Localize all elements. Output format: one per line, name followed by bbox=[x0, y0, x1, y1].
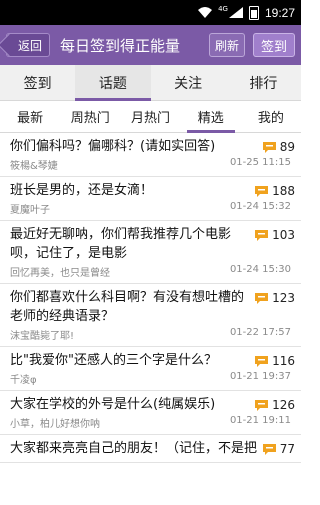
list-item[interactable]: 大家在学校的外号是什么(纯属娱乐) 小草，柏儿好想你呐 01-21 19:11 … bbox=[0, 391, 301, 435]
topic-author: 千凌φ bbox=[10, 375, 37, 386]
comment-count-value: 188 bbox=[272, 184, 295, 198]
comment-icon bbox=[262, 444, 276, 455]
status-bar: 4G 19:27 bbox=[0, 0, 301, 25]
topic-author: 沫宝酷毙了耶! bbox=[10, 331, 75, 342]
subtab-monthly-hot[interactable]: 月热门 bbox=[120, 101, 180, 132]
back-button-label: 返回 bbox=[18, 38, 43, 53]
header-bar: 返回 每日签到得正能量 刷新 签到 bbox=[0, 25, 301, 65]
page-title: 每日签到得正能量 bbox=[60, 36, 181, 55]
comment-icon bbox=[255, 293, 269, 304]
list-item[interactable]: 你们都喜欢什么科目啊？有没有想吐槽的老师的经典语录？ 沫宝酷毙了耶! 01-22… bbox=[0, 284, 301, 347]
back-button[interactable]: 返回 bbox=[6, 33, 51, 57]
topic-title: 大家都来亮亮自己的朋友！（记住，不是把 bbox=[10, 441, 258, 456]
comment-count-value: 103 bbox=[272, 228, 295, 242]
comment-count-value: 89 bbox=[279, 140, 295, 154]
sign-in-button[interactable]: 签到 bbox=[253, 33, 295, 57]
topic-author: 回忆再美，也只是曾经 bbox=[10, 268, 110, 279]
topic-title: 你们都喜欢什么科目啊？有没有想吐槽的老师的经典语录？ bbox=[10, 290, 245, 324]
topic-title: 比"我爱你"还感人的三个字是什么？ bbox=[10, 353, 217, 368]
refresh-button[interactable]: 刷新 bbox=[208, 33, 245, 57]
comment-icon bbox=[255, 230, 269, 241]
list-item[interactable]: 你们偏科吗？偏哪科？(请如实回答) 筱楊&琴婕 01-25 11:15 89 bbox=[0, 133, 301, 177]
clock: 19:27 bbox=[264, 5, 295, 20]
comment-count: 116 bbox=[254, 354, 295, 368]
topic-time: 01-21 19:11 bbox=[229, 415, 291, 426]
comment-count-value: 116 bbox=[272, 354, 295, 368]
comment-count-value: 123 bbox=[272, 291, 295, 305]
topic-time: 01-24 15:32 bbox=[229, 201, 291, 212]
list-item[interactable]: 班长是男的，还是女滴！ 夏魔叶子 01-24 15:32 188 bbox=[0, 177, 301, 221]
topic-author: 夏魔叶子 bbox=[10, 205, 50, 216]
topic-author: 小草，柏儿好想你呐 bbox=[10, 419, 100, 430]
comment-icon bbox=[262, 142, 276, 153]
tab-following[interactable]: 关注 bbox=[151, 65, 226, 100]
list-item[interactable]: 最近好无聊呐，你们帮我推荐几个电影呗，记住了，是电影 回忆再美，也只是曾经 01… bbox=[0, 221, 301, 284]
signal-icon bbox=[228, 7, 243, 18]
subtab-mine[interactable]: 我的 bbox=[241, 101, 301, 132]
comment-count: 89 bbox=[262, 140, 295, 154]
main-tab-bar: 签到 话题 关注 排行 bbox=[0, 65, 301, 101]
list-item[interactable]: 比"我爱你"还感人的三个字是什么？ 千凌φ 01-21 19:37 116 bbox=[0, 347, 301, 391]
topic-title: 最近好无聊呐，你们帮我推荐几个电影呗，记住了，是电影 bbox=[10, 227, 232, 261]
comment-count: 77 bbox=[262, 442, 295, 456]
topic-list: 你们偏科吗？偏哪科？(请如实回答) 筱楊&琴婕 01-25 11:15 89 班… bbox=[0, 133, 301, 505]
comment-count: 188 bbox=[254, 184, 295, 198]
sub-tab-bar: 最新 周热门 月热门 精选 我的 bbox=[0, 101, 301, 133]
subtab-weekly-hot[interactable]: 周热门 bbox=[60, 101, 120, 132]
topic-title: 你们偏科吗？偏哪科？(请如实回答) bbox=[10, 139, 216, 154]
tab-signin[interactable]: 签到 bbox=[0, 65, 75, 100]
topic-time: 01-25 11:15 bbox=[229, 157, 291, 168]
comment-count-value: 77 bbox=[279, 442, 295, 456]
comment-count: 123 bbox=[254, 291, 295, 305]
battery-icon bbox=[248, 5, 259, 20]
list-item[interactable]: 大家都来亮亮自己的朋友！（记住，不是把 77 bbox=[0, 435, 301, 463]
subtab-featured[interactable]: 精选 bbox=[181, 101, 241, 133]
comment-count: 103 bbox=[254, 228, 295, 242]
comment-icon bbox=[255, 186, 269, 197]
subtab-latest[interactable]: 最新 bbox=[0, 101, 60, 132]
topic-time: 01-21 19:37 bbox=[229, 371, 291, 382]
topic-time: 01-24 15:30 bbox=[229, 264, 291, 275]
topic-title: 大家在学校的外号是什么(纯属娱乐) bbox=[10, 397, 216, 412]
topic-time: 01-22 17:57 bbox=[229, 327, 291, 338]
topic-author: 筱楊&琴婕 bbox=[10, 161, 58, 172]
comment-icon bbox=[255, 400, 269, 411]
wifi-icon bbox=[198, 7, 213, 18]
comment-count: 126 bbox=[254, 398, 295, 412]
topic-title: 班长是男的，还是女滴！ bbox=[10, 183, 154, 198]
comment-icon bbox=[255, 356, 269, 367]
tab-ranking[interactable]: 排行 bbox=[226, 65, 301, 100]
network-type-label: 4G bbox=[218, 4, 228, 13]
tab-topics[interactable]: 话题 bbox=[75, 65, 151, 101]
comment-count-value: 126 bbox=[272, 398, 295, 412]
